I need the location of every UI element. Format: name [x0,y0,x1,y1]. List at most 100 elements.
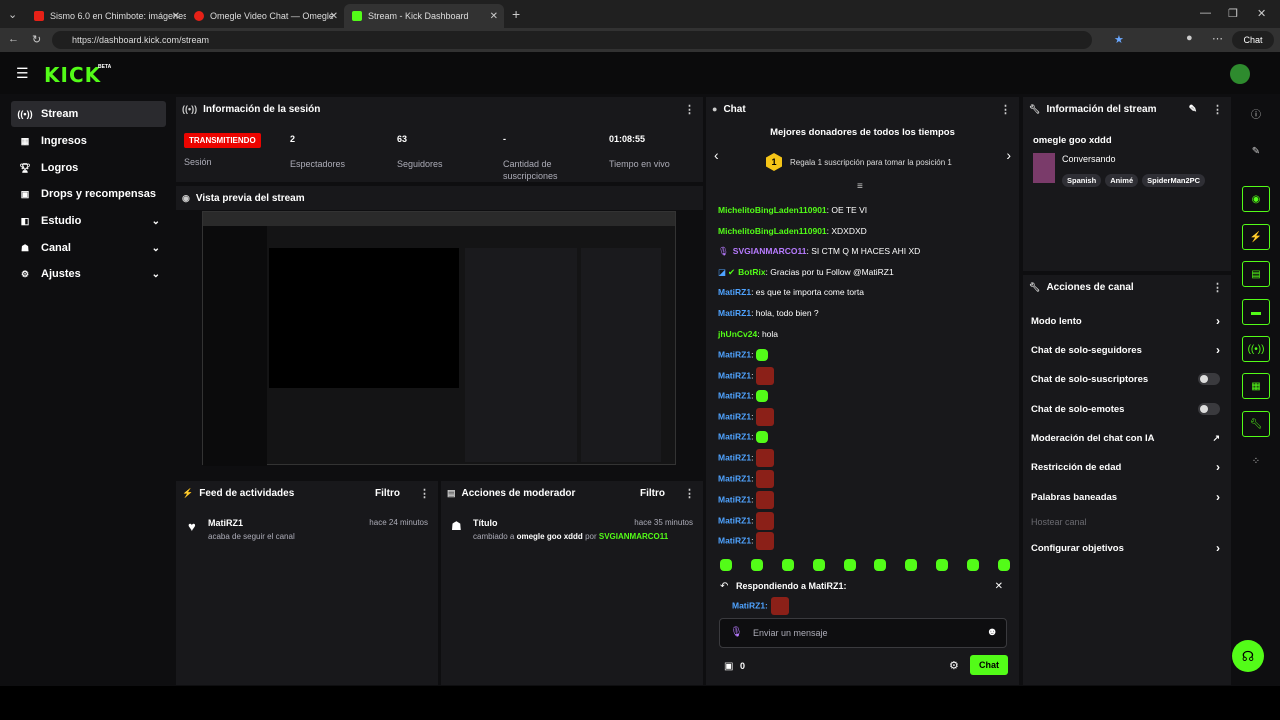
menu-dots-icon[interactable]: ⋯ [1212,32,1223,45]
copilot-chat-button[interactable]: Chat [1232,31,1274,49]
more-options-icon[interactable]: ⋮ [1212,281,1223,294]
settings-gear-icon[interactable]: ⚙ [949,659,959,672]
layout-icon[interactable]: ▦ [1242,373,1270,399]
emote[interactable] [781,559,794,571]
emote[interactable] [756,491,775,509]
browser-tab-3[interactable]: Stream - Kick Dashboard ✕ [344,4,504,28]
sidebar-item-ingresos[interactable]: ▦ Ingresos [11,128,166,154]
more-options-icon[interactable]: ⋮ [1000,103,1011,116]
filter-button[interactable]: Filtro [375,488,400,499]
chevron-left-icon[interactable]: ‹ [714,147,719,163]
emote[interactable] [756,470,775,488]
action-age-restriction[interactable]: Restricción de edad › [1031,456,1226,478]
action-configure-goals[interactable]: Configurar objetivos › [1031,537,1226,559]
chat-username[interactable]: BotRix [738,267,765,277]
moderator-user[interactable]: SVGIANMARCO11 [599,532,668,541]
close-icon[interactable]: ✕ [490,11,498,22]
refresh-icon[interactable]: ↻ [32,33,41,46]
chat-username[interactable]: MatiRZ1 [718,494,751,504]
action-slow-mode[interactable]: Modo lento › [1031,310,1226,332]
filter-lines-icon[interactable]: ≡ [857,181,863,192]
chat-username[interactable]: MatiRZ1 [718,349,751,359]
document-icon[interactable]: ▤ [1242,261,1270,287]
chat-username[interactable]: MatiRZ1 [718,370,751,380]
chat-bubble-icon[interactable]: ▬ [1242,299,1270,325]
activity-user[interactable]: MatiRZ1 [208,518,243,528]
emote[interactable] [997,559,1010,571]
emote[interactable] [756,367,775,385]
sidebar-item-estudio[interactable]: ◧ Estudio ⌄ [11,208,166,234]
more-options-icon[interactable]: ⋮ [419,487,430,500]
star-icon[interactable]: ★ [1114,33,1124,46]
broadcast-icon[interactable]: ((•)) [1242,336,1270,362]
emote[interactable] [750,559,763,571]
sidebar-item-logros[interactable]: 🏆︎ Logros [11,155,166,181]
sidebar-item-ajustes[interactable]: ⚙ Ajustes ⌄ [11,261,166,287]
browser-tab-1[interactable]: Sismo 6.0 en Chimbote: imágenes ✕ [26,4,186,28]
send-chat-button[interactable]: Chat [970,655,1008,675]
close-icon[interactable]: ✕ [995,581,1003,592]
profile-icon[interactable]: ● [1186,32,1193,44]
info-icon[interactable]: ⓘ [1242,100,1270,126]
action-banned-words[interactable]: Palabras baneadas › [1031,486,1226,508]
camera-icon[interactable]: ◉ [1242,186,1270,212]
more-options-icon[interactable]: ⋮ [1212,103,1223,116]
chat-username[interactable]: MatiRZ1 [718,431,751,441]
chat-username[interactable]: jhUnCv24 [718,329,757,339]
window-close-icon[interactable]: ✕ [1257,7,1266,20]
close-icon[interactable]: ✕ [330,11,338,22]
emote[interactable] [936,559,949,571]
gift-icon[interactable]: ▣ [724,661,733,672]
emotes-only-toggle[interactable] [1198,403,1220,415]
browser-tab-2[interactable]: Omegle Video Chat — Omegle ✕ [186,4,344,28]
emote[interactable] [967,559,979,571]
tag[interactable]: Animé [1105,174,1139,187]
lightning-icon[interactable]: ⚡ [1242,224,1270,250]
tab-list-icon[interactable]: ⌄ [8,8,17,21]
filter-button[interactable]: Filtro [640,488,665,499]
emote[interactable] [756,512,775,530]
subscribers-only-toggle[interactable] [1198,373,1220,385]
chevron-right-icon[interactable]: › [1006,147,1011,163]
action-ai-moderation[interactable]: Moderación del chat con IA ↗ [1031,427,1226,449]
emote[interactable] [756,449,775,467]
emoji-icon[interactable]: ☻ [986,626,998,638]
chat-username[interactable]: MichelitoBingLaden110901 [718,205,827,215]
edit-pencil-icon[interactable]: ✎ [1189,104,1197,115]
more-options-icon[interactable]: ⋮ [684,487,695,500]
wrench-icon[interactable]: 🔧︎ [1242,411,1270,437]
emote[interactable] [756,390,769,402]
emote[interactable] [756,408,775,426]
chat-username[interactable]: MatiRZ1 [718,390,751,400]
avatar[interactable] [1230,64,1250,84]
back-icon[interactable]: ← [8,33,19,45]
emote[interactable] [756,431,769,443]
new-tab-icon[interactable]: + [512,6,520,22]
emote[interactable] [812,559,825,571]
sidebar-item-canal[interactable]: ☗ Canal ⌄ [11,235,166,261]
sidebar-item-stream[interactable]: ((•)) Stream [11,101,166,127]
edit-pencil-icon[interactable]: ✎ [1242,138,1270,164]
support-headset-icon[interactable]: ☊ [1232,640,1264,672]
more-options-icon[interactable]: ⋮ [684,103,695,116]
chat-username[interactable]: MichelitoBingLaden110901 [718,226,827,236]
chat-input[interactable]: 🎙︎ Enviar un mensaje ☻ [719,618,1007,648]
stream-preview-video[interactable] [202,211,676,466]
tag[interactable]: SpiderMan2PC [1142,174,1206,187]
emote[interactable] [756,532,775,550]
chat-username[interactable]: SVGIANMARCO11 [733,246,807,256]
sidebar-item-drops[interactable]: ▣ Drops y recompensas [11,181,166,207]
minimize-icon[interactable]: — [1200,7,1211,19]
emote[interactable] [756,349,769,361]
chat-username[interactable]: MatiRZ1 [718,308,751,318]
emote[interactable] [874,559,887,571]
hamburger-menu-icon[interactable]: ☰ [16,65,29,82]
tag[interactable]: Spanish [1062,174,1102,187]
action-followers-only[interactable]: Chat de solo-seguidores › [1031,339,1226,361]
close-icon[interactable]: ✕ [172,11,180,22]
address-bar[interactable]: https://dashboard.kick.com/stream [52,31,1092,49]
kick-logo[interactable]: KICK [44,63,101,87]
chat-username[interactable]: MatiRZ1 [718,452,751,462]
chat-username[interactable]: MatiRZ1 [718,411,751,421]
chat-username[interactable]: MatiRZ1 [718,535,751,545]
